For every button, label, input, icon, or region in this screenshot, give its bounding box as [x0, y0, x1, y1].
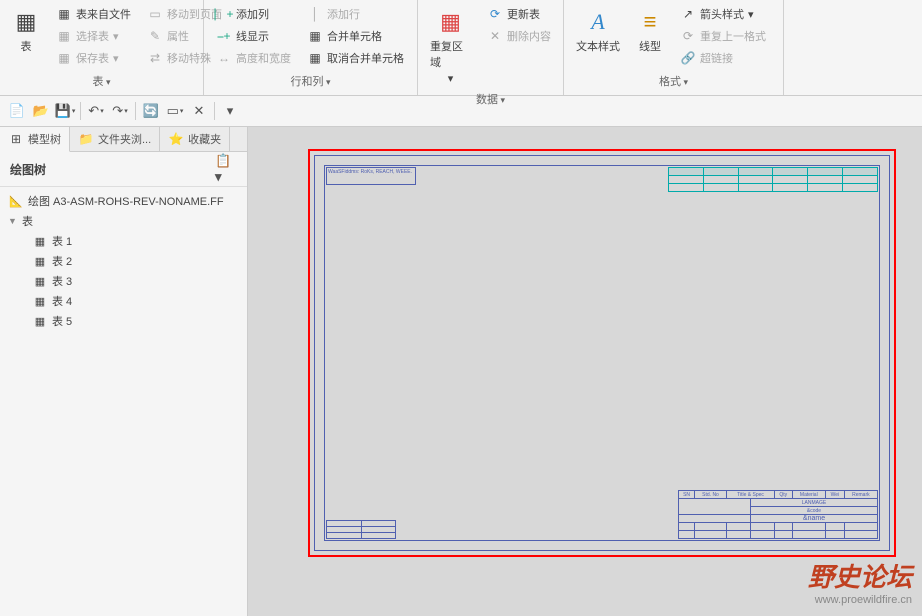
- add-col-icon: ⎸+: [216, 6, 232, 22]
- qat-expand[interactable]: ▾: [219, 100, 241, 122]
- bom-table: [326, 520, 396, 539]
- arrow-style[interactable]: ↗箭头样式 ▾: [676, 4, 770, 24]
- grid-icon: ▦: [56, 28, 72, 44]
- tree-table-1[interactable]: ▦表 1: [24, 231, 247, 251]
- add-row[interactable]: ⎯+线显示: [212, 26, 295, 46]
- watermark: 野史论坛 www.proewildfire.cn: [808, 557, 912, 606]
- group-label-table[interactable]: 表: [8, 71, 195, 91]
- line-icon: │: [307, 6, 323, 22]
- tree-table-node[interactable]: ▼ 表: [0, 211, 247, 231]
- tree-title: 绘图树: [10, 161, 46, 178]
- delete-icon: ✕: [487, 28, 503, 44]
- table-from-file[interactable]: ▦表来自文件: [52, 4, 135, 24]
- prop-icon: ✎: [147, 28, 163, 44]
- region-icon: ▦: [437, 8, 465, 36]
- page-icon: ▭: [147, 6, 163, 22]
- unmerge-cells[interactable]: ▦取消合并单元格: [303, 48, 408, 68]
- link-icon: 🔗: [680, 50, 696, 66]
- move-icon: ⇄: [147, 50, 163, 66]
- tree-options[interactable]: 📋▾: [215, 158, 237, 180]
- text-style-icon: A: [584, 8, 612, 36]
- tree-table-2[interactable]: ▦表 2: [24, 251, 247, 271]
- table-icon: ▦: [32, 253, 48, 269]
- delete-content: ✕删除内容: [483, 26, 555, 46]
- repeat-region[interactable]: ▦ 重复区域▾: [426, 4, 475, 89]
- group-label-data[interactable]: 数据: [426, 89, 555, 109]
- hw-icon: ↔: [216, 50, 232, 66]
- tab-favorites[interactable]: ⭐收藏夹: [160, 127, 230, 151]
- save-table: ▦保存表 ▾: [52, 48, 135, 68]
- tree-icon: ⊞: [8, 131, 24, 147]
- add-row-icon: ⎯+: [216, 28, 232, 44]
- group-label-format[interactable]: 格式: [572, 71, 775, 91]
- hyperlink: 🔗超链接: [676, 48, 770, 68]
- tab-model-tree[interactable]: ⊞模型树: [0, 127, 70, 152]
- merge-icon: ▦: [307, 28, 323, 44]
- star-icon: ⭐: [168, 131, 184, 147]
- drawing-sheet: WaaSFiddms: RoKs, REACH, WEEE. SNStd. No…: [308, 149, 896, 557]
- unmerge-icon: ▦: [307, 50, 323, 66]
- title-block: SNStd. NoTitle & SpecQtyMaterialWeiRemar…: [678, 490, 878, 539]
- drawing-icon: 📐: [8, 193, 24, 209]
- merge-cells[interactable]: ▦合并单元格: [303, 26, 408, 46]
- qat-windows[interactable]: ▭: [164, 100, 186, 122]
- table-icon: ▦: [32, 293, 48, 309]
- qat-open[interactable]: 📂: [30, 100, 52, 122]
- tree-table-3[interactable]: ▦表 3: [24, 271, 247, 291]
- tab-folder[interactable]: 📁文件夹浏...: [70, 127, 160, 151]
- revision-table: [668, 167, 878, 192]
- table-icon: ▦: [12, 8, 40, 36]
- qat-save[interactable]: 💾: [54, 100, 76, 122]
- refresh-icon: ⟳: [487, 6, 503, 22]
- update-table[interactable]: ⟳更新表: [483, 4, 555, 24]
- qat-regen[interactable]: 🔄: [140, 100, 162, 122]
- line-display: │添加行: [303, 4, 408, 24]
- qat-redo[interactable]: ↷: [109, 100, 131, 122]
- qat-undo[interactable]: ↶: [85, 100, 107, 122]
- height-width: ↔高度和宽度: [212, 48, 295, 68]
- drawing-canvas[interactable]: WaaSFiddms: RoKs, REACH, WEEE. SNStd. No…: [248, 127, 922, 616]
- tree-root[interactable]: 📐 绘图 A3-ASM-ROHS-REV-NONAME.FF: [0, 191, 247, 211]
- group-label-rowcol[interactable]: 行和列: [212, 71, 409, 91]
- collapse-icon[interactable]: ▼: [8, 216, 18, 226]
- qat-close[interactable]: ✕: [188, 100, 210, 122]
- table-button[interactable]: ▦ 表: [8, 4, 44, 71]
- add-column[interactable]: ⎸+添加列: [212, 4, 295, 24]
- note-top-left: WaaSFiddms: RoKs, REACH, WEEE.: [326, 167, 416, 185]
- qat-new[interactable]: 📄: [6, 100, 28, 122]
- tree-table-4[interactable]: ▦表 4: [24, 291, 247, 311]
- line-style-icon: ≡: [636, 8, 664, 36]
- repeat-format: ⟳重复上一格式: [676, 26, 770, 46]
- grid-icon: ▦: [56, 6, 72, 22]
- table-icon: ▦: [32, 233, 48, 249]
- table-icon: ▦: [32, 273, 48, 289]
- folder-icon: 📁: [78, 131, 94, 147]
- line-style[interactable]: ≡ 线型: [632, 4, 668, 71]
- text-style[interactable]: A 文本样式: [572, 4, 624, 71]
- arrow-icon: ↗: [680, 6, 696, 22]
- table-icon: ▦: [32, 313, 48, 329]
- select-table: ▦选择表 ▾: [52, 26, 135, 46]
- repeat-icon: ⟳: [680, 28, 696, 44]
- tree-table-5[interactable]: ▦表 5: [24, 311, 247, 331]
- grid-icon: ▦: [56, 50, 72, 66]
